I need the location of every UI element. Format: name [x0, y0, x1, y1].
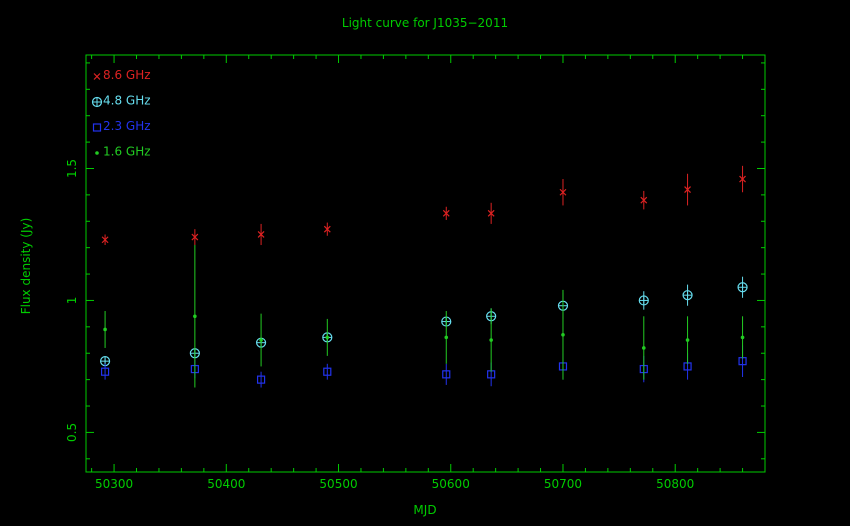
light-curve-chart: Light curve for J1035−2011 50300 50400 505… [0, 0, 850, 526]
data-point [638, 295, 649, 306]
legend-label: 2.3 GHz [103, 119, 151, 133]
legend-item: 1.6 GHz [95, 145, 151, 159]
x-axis-label: MJD [413, 503, 436, 517]
legend-label: 1.6 GHz [103, 145, 151, 159]
legend-label: 8.6 GHz [103, 68, 151, 82]
data-point [641, 346, 646, 350]
x-tick-label: 50700 [544, 477, 582, 491]
data-point [489, 338, 493, 342]
x-tick-label: 50400 [207, 477, 245, 491]
legend-marker [91, 96, 103, 108]
x-tick-label: 50600 [432, 477, 470, 491]
y-tick-label: 1.5 [65, 159, 79, 178]
x-tick-label: 50300 [95, 477, 133, 491]
data-point [325, 335, 330, 340]
data-point [193, 314, 197, 319]
y-tick-label: 0.5 [65, 423, 79, 442]
data-point [103, 327, 107, 332]
data-point [444, 335, 449, 340]
legend-item: 8.6 GHz [93, 68, 151, 82]
legend-item: 2.3 GHz [92, 119, 151, 133]
chart-title: Light curve for J1035−2011 [342, 16, 508, 30]
data-point [685, 338, 690, 342]
data-point [737, 282, 748, 293]
data-point [561, 332, 565, 337]
data-point [740, 335, 745, 340]
x-tick-label: 50800 [656, 477, 694, 491]
legend-label: 4.8 GHz [103, 94, 151, 108]
y-tick-label: 1 [65, 297, 79, 305]
y-axis-label: Flux density (Jy) [19, 218, 33, 315]
x-tick-label: 50500 [319, 477, 357, 491]
legend-marker [95, 151, 99, 155]
data-point [259, 338, 263, 342]
data-point [682, 290, 693, 301]
